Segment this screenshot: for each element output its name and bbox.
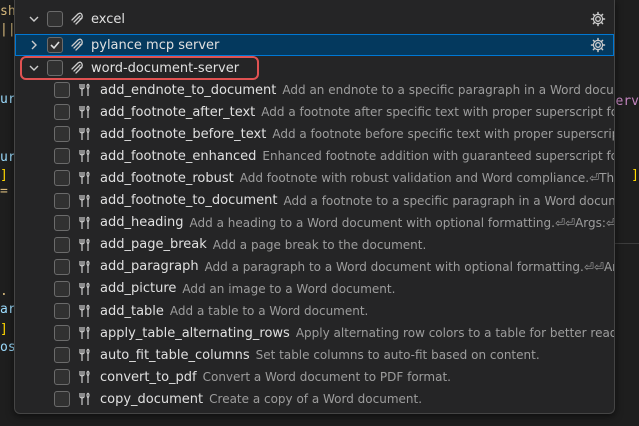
- mcp-server-icon: [69, 11, 85, 27]
- tool-row[interactable]: convert_to_pdf Convert a Word document to…: [15, 366, 614, 388]
- tool-description: Add a paragraph to a Word document with …: [204, 259, 614, 274]
- tool-icon: [77, 303, 93, 319]
- tool-checkbox[interactable]: [54, 192, 70, 209]
- tool-name: apply_table_alternating_rows: [100, 325, 290, 341]
- tool-row[interactable]: copy_document Create a copy of a Word doc…: [15, 388, 614, 410]
- tool-picker-panel: excel pylance mcp server word-document-ser…: [14, 0, 615, 414]
- tool-row[interactable]: add_footnote_to_document Add a footnote t…: [15, 190, 614, 212]
- tool-description: Add a footnote to a specific paragraph i…: [283, 193, 614, 208]
- mcp-server-icon: [69, 37, 85, 53]
- tool-icon: [77, 281, 93, 297]
- tool-name: add_footnote_before_text: [100, 126, 267, 142]
- tool-checkbox[interactable]: [54, 391, 70, 408]
- server-label: pylance mcp server: [91, 37, 220, 53]
- tool-row[interactable]: auto_fit_table_columns Set table columns …: [15, 344, 614, 366]
- chevron-down-icon[interactable]: [27, 61, 41, 75]
- tool-row[interactable]: add_endnote_to_document Add an endnote to…: [15, 79, 614, 101]
- tool-checkbox[interactable]: [54, 258, 70, 275]
- tool-checkbox[interactable]: [54, 280, 70, 297]
- tool-name: add_paragraph: [100, 259, 199, 275]
- tool-icon: [77, 82, 93, 98]
- server-checkbox[interactable]: [47, 11, 63, 27]
- server-label: word-document-server: [91, 60, 240, 76]
- tool-description: Convert a Word document to PDF format.: [202, 370, 451, 385]
- tool-icon: [77, 126, 93, 142]
- tool-description: Add a footnote after specific text with …: [261, 105, 614, 120]
- editor-divider: [615, 243, 639, 244]
- tool-description: Enhanced footnote addition with guarante…: [262, 149, 614, 164]
- tool-checkbox[interactable]: [54, 369, 70, 386]
- tool-row[interactable]: apply_table_alternating_rows Apply altern…: [15, 322, 614, 344]
- tool-name: add_page_break: [100, 237, 207, 253]
- tool-row[interactable]: add_footnote_before_text Add a footnote b…: [15, 123, 614, 145]
- editor-code-fragment: ]: [0, 322, 8, 337]
- tool-description: Add a table to a Word document.: [169, 304, 369, 318]
- tool-icon: [77, 369, 93, 385]
- tool-description: Add a footnote before specific text with…: [272, 127, 614, 142]
- editor-code-fragment: ]: [0, 168, 8, 183]
- tool-row[interactable]: add_heading Add a heading to a Word docum…: [15, 212, 614, 234]
- tool-checkbox[interactable]: [54, 325, 70, 342]
- tool-row[interactable]: add_table Add a table to a Word document.: [15, 300, 614, 322]
- tool-row[interactable]: add_footnote_after_text Add a footnote af…: [15, 101, 614, 123]
- tool-description: Add a heading to a Word document with op…: [189, 215, 614, 230]
- tool-checkbox[interactable]: [54, 303, 70, 319]
- tool-description: Create a copy of a Word document.: [209, 392, 423, 407]
- tool-name: add_footnote_to_document: [100, 193, 278, 208]
- tool-name: add_heading: [100, 215, 184, 231]
- server-row-pylance-mcp-server[interactable]: pylance mcp server: [15, 34, 614, 56]
- tool-icon: [77, 259, 93, 275]
- tool-icon: [77, 391, 93, 407]
- tool-checkbox[interactable]: [54, 236, 70, 253]
- tool-row[interactable]: add_footnote_robust Add footnote with rob…: [15, 167, 614, 189]
- tool-name: add_footnote_robust: [100, 170, 234, 186]
- tool-description: Add an endnote to a specific paragraph i…: [282, 83, 614, 97]
- chevron-down-icon[interactable]: [27, 12, 41, 26]
- mcp-server-icon: [69, 60, 85, 76]
- tool-checkbox[interactable]: [54, 148, 70, 165]
- tool-checkbox[interactable]: [54, 82, 70, 98]
- tool-description: Add a page break to the document.: [212, 237, 427, 252]
- editor-code-fragment: .: [0, 284, 8, 299]
- tool-icon: [77, 193, 93, 209]
- tool-name: convert_to_pdf: [100, 369, 197, 385]
- server-checkbox[interactable]: [47, 37, 63, 53]
- tool-icon: [77, 104, 93, 120]
- tool-name: copy_document: [100, 391, 204, 407]
- tool-name: auto_fit_table_columns: [100, 347, 250, 363]
- tool-checkbox[interactable]: [54, 104, 70, 121]
- tool-name: add_table: [100, 303, 164, 319]
- server-label: excel: [91, 11, 125, 27]
- tool-checkbox[interactable]: [54, 214, 70, 231]
- tool-icon: [77, 148, 93, 164]
- editor-code-fragment: =: [0, 184, 8, 199]
- tool-name: add_footnote_after_text: [100, 104, 256, 120]
- tool-icon: [77, 170, 93, 186]
- server-checkbox[interactable]: [47, 60, 63, 76]
- editor-code-fragment: ]: [631, 168, 639, 183]
- tool-description: Add an image to a Word document.: [182, 281, 396, 296]
- gear-icon[interactable]: [590, 11, 606, 27]
- tool-description: Add footnote with robust validation and …: [239, 171, 614, 186]
- tool-icon: [77, 215, 93, 231]
- server-row-word-document-server[interactable]: word-document-server: [15, 57, 614, 79]
- gear-icon[interactable]: [590, 37, 606, 53]
- tool-row[interactable]: add_paragraph Add a paragraph to a Word d…: [15, 256, 614, 278]
- tool-name: add_footnote_enhanced: [100, 148, 257, 164]
- tool-icon: [77, 237, 93, 253]
- tool-row[interactable]: add_page_break Add a page break to the do…: [15, 234, 614, 256]
- tool-description: Set table columns to auto-fit based on c…: [255, 348, 540, 363]
- chevron-right-icon[interactable]: [27, 38, 41, 52]
- tool-icon: [77, 347, 93, 363]
- tool-icon: [77, 325, 93, 341]
- tool-row[interactable]: add_footnote_enhanced Enhanced footnote a…: [15, 145, 614, 167]
- tool-checkbox[interactable]: [54, 170, 70, 187]
- tool-checkbox[interactable]: [54, 347, 70, 364]
- tool-name: add_endnote_to_document: [100, 82, 277, 98]
- tool-row[interactable]: add_picture Add an image to a Word docume…: [15, 278, 614, 300]
- server-row-excel[interactable]: excel: [15, 8, 614, 30]
- tool-description: Apply alternating row colors to a table …: [295, 326, 614, 341]
- tool-checkbox[interactable]: [54, 126, 70, 143]
- tool-name: add_picture: [100, 281, 177, 297]
